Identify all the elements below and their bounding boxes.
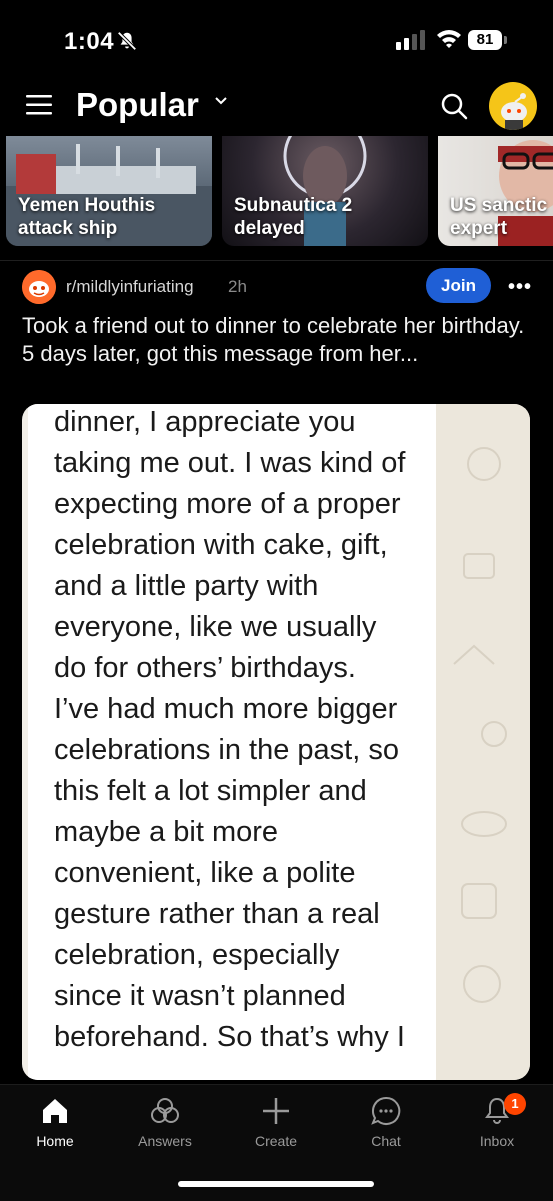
message-line: since it wasn’t planned [54, 980, 346, 1012]
answers-icon [151, 1098, 179, 1123]
plus-icon [263, 1098, 289, 1124]
subreddit-icon [22, 270, 56, 304]
trending-carousel[interactable]: Yemen Houthis attack ship Subnautica 2 d… [0, 136, 553, 252]
tab-inbox[interactable]: 1 Inbox [442, 1093, 552, 1159]
feed-title[interactable]: Popular [76, 86, 199, 124]
trending-card[interactable]: Yemen Houthis attack ship [6, 136, 212, 246]
status-time: 1:04 [64, 28, 115, 55]
trending-caption: Yemen Houthis attack ship [18, 195, 156, 239]
trending-caption: US sanctic expert [450, 195, 548, 239]
tab-answers[interactable]: Answers [110, 1095, 220, 1159]
message-line: celebration, especially [54, 939, 340, 971]
subreddit-name[interactable]: r/mildlyinfuriating [66, 277, 194, 297]
trending-caption: Subnautica 2 delayed [234, 195, 353, 239]
chat-icon [371, 1096, 401, 1125]
home-icon [43, 1099, 67, 1123]
feed-divider [0, 260, 553, 261]
battery-indicator: 81 [468, 30, 510, 52]
post-image[interactable]: dinner, I appreciate you taking me out. … [22, 404, 530, 1080]
message-line: maybe a bit more [54, 816, 279, 848]
doodle-pattern-icon [453, 447, 507, 1003]
message-line: expecting more of a proper [54, 488, 401, 520]
message-line: I’ve had much more bigger [54, 693, 398, 725]
bell-muted-icon [117, 31, 137, 51]
message-line: celebrations in the past, so [54, 734, 399, 766]
message-line: do for others’ birthdays. [54, 652, 356, 684]
tab-label: Home [36, 1133, 74, 1149]
tab-label: Inbox [479, 1133, 515, 1149]
search-icon[interactable] [440, 92, 468, 120]
trending-card[interactable]: Subnautica 2 delayed [222, 136, 428, 246]
signal-icon [396, 30, 425, 50]
message-line: this felt a lot simpler and [54, 775, 367, 807]
message-line: taking me out. I was kind of [54, 447, 406, 479]
status-bar: 1:04 81 [0, 0, 553, 80]
tab-create[interactable]: Create [221, 1095, 331, 1159]
message-text: dinner, I appreciate you taking me out. … [54, 404, 444, 1058]
tab-label: Create [254, 1133, 298, 1149]
tab-label: Answers [138, 1133, 192, 1149]
more-options-icon[interactable]: ••• [508, 276, 532, 298]
post-title[interactable]: Took a friend out to dinner to celebrate… [22, 312, 534, 368]
menu-icon[interactable] [26, 94, 52, 116]
message-bubble: dinner, I appreciate you taking me out. … [28, 404, 436, 1080]
user-avatar[interactable] [489, 82, 537, 130]
join-button[interactable]: Join [426, 268, 491, 303]
snoo-avatar-icon [501, 93, 527, 130]
message-line: and a little party with [54, 570, 319, 602]
chevron-down-icon[interactable] [214, 94, 228, 108]
message-line: beforehand. So that’s why I [54, 1021, 405, 1053]
app-header: Popular [0, 80, 553, 136]
trending-card[interactable]: US sanctic expert [438, 136, 553, 246]
inbox-badge: 1 [504, 1093, 526, 1115]
chat-wallpaper-pattern [434, 404, 530, 1080]
message-line: dinner, I appreciate you [54, 406, 356, 438]
wifi-icon [437, 30, 461, 48]
subreddit-avatar[interactable] [22, 270, 56, 304]
battery-level: 81 [468, 30, 502, 50]
message-line: celebration with cake, gift, [54, 529, 388, 561]
post-header: r/mildlyinfuriating 2h Join ••• [0, 268, 553, 308]
home-indicator[interactable] [178, 1181, 374, 1187]
tab-chat[interactable]: Chat [331, 1095, 441, 1159]
battery-nub [504, 36, 507, 44]
post-age: 2h [228, 277, 247, 296]
message-line: convenient, like a polite [54, 857, 356, 889]
tab-home[interactable]: Home [0, 1095, 110, 1159]
message-line: gesture rather than a real [54, 898, 380, 930]
message-line: everyone, like we usually [54, 611, 377, 643]
tab-label: Chat [371, 1133, 401, 1149]
